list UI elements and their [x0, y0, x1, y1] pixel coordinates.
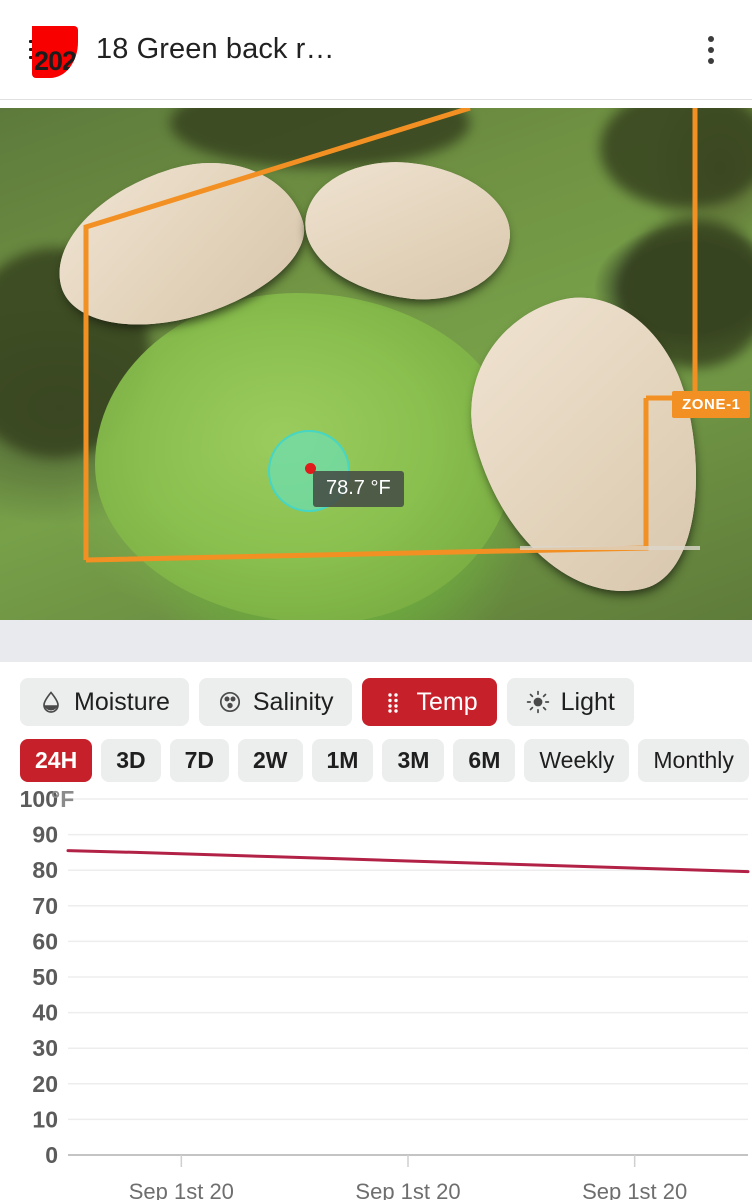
range-2w[interactable]: 2W — [238, 739, 303, 782]
y-axis-tick-label: 0 — [45, 1142, 58, 1168]
app-bar: 202 18 Green back r… — [0, 0, 752, 100]
y-axis-tick-label: 30 — [32, 1035, 58, 1061]
temp-grid-icon — [388, 693, 399, 713]
y-axis-tick-label: 50 — [32, 964, 58, 990]
x-axis-tick-label: Sep 1st 20 — [582, 1179, 687, 1200]
tab-salinity-label: Salinity — [252, 687, 334, 716]
y-axis-tick-label: 20 — [32, 1071, 58, 1097]
menu-button[interactable]: 202 — [14, 22, 78, 78]
salinity-icon — [219, 691, 240, 713]
chart-canvas: 1009080706050403020100°FSep 1st 20 Sep 1s… — [20, 786, 750, 1200]
metric-tabs: Moisture Salinity Temp Light — [0, 662, 752, 726]
tab-temp[interactable]: Temp — [362, 678, 497, 726]
x-axis-tick-label: Sep 1st 20 — [129, 1179, 234, 1200]
app-root: 202 18 Green back r… ZONE-1 78.7 °F Mois… — [0, 0, 752, 1200]
y-axis-tick-label: 80 — [32, 857, 58, 883]
time-range-tabs: 24H 3D 7D 2W 1M 3M 6M Weekly Monthly — [0, 726, 752, 782]
y-axis-tick-label: 10 — [32, 1106, 58, 1132]
map-view[interactable]: ZONE-1 78.7 °F — [0, 108, 752, 620]
tab-salinity[interactable]: Salinity — [198, 678, 353, 726]
range-24h[interactable]: 24H — [20, 739, 93, 782]
zone-polygon — [83, 108, 700, 563]
range-3d[interactable]: 3D — [101, 739, 161, 782]
chart-series-line — [66, 849, 750, 874]
sun-icon — [526, 690, 549, 714]
temperature-chart[interactable]: 100 90 80 70 60 50 40 30 20 10 0 °F Sep 1st 20 Sep 1s… — [0, 785, 752, 1200]
y-axis-tick-label: 70 — [32, 893, 58, 919]
y-axis-unit-label: °F — [51, 786, 74, 812]
controls-panel: Moisture Salinity Temp Light 24H 3D 7D 2… — [0, 662, 752, 782]
x-axis-tick-label: Sep 1st 20 — [355, 1179, 460, 1200]
map-divider-band — [0, 620, 752, 662]
y-axis-tick-label: 40 — [32, 1000, 58, 1026]
range-monthly[interactable]: Monthly — [638, 739, 749, 782]
range-7d[interactable]: 7D — [169, 739, 230, 782]
zone-label: ZONE-1 — [672, 391, 750, 418]
tab-light[interactable]: Light — [506, 678, 634, 726]
page-title: 18 Green back r… — [96, 33, 335, 65]
range-6m[interactable]: 6M — [453, 739, 516, 782]
kebab-menu-icon[interactable] — [694, 33, 728, 67]
notification-badge: 202 — [32, 25, 78, 78]
tab-moisture[interactable]: Moisture — [20, 678, 189, 726]
tab-moisture-label: Moisture — [74, 687, 170, 716]
y-axis-tick-label: 60 — [32, 928, 58, 954]
range-1m[interactable]: 1M — [311, 739, 374, 782]
notification-badge-label: 202 — [34, 45, 77, 76]
range-weekly[interactable]: Weekly — [524, 739, 630, 782]
tab-light-label: Light — [560, 687, 615, 716]
range-3m[interactable]: 3M — [382, 739, 445, 782]
tab-temp-label: Temp — [416, 687, 478, 716]
y-axis-tick-label: 90 — [32, 822, 58, 848]
sensor-reading-tooltip: 78.7 °F — [313, 471, 404, 507]
water-drop-icon — [43, 691, 59, 713]
